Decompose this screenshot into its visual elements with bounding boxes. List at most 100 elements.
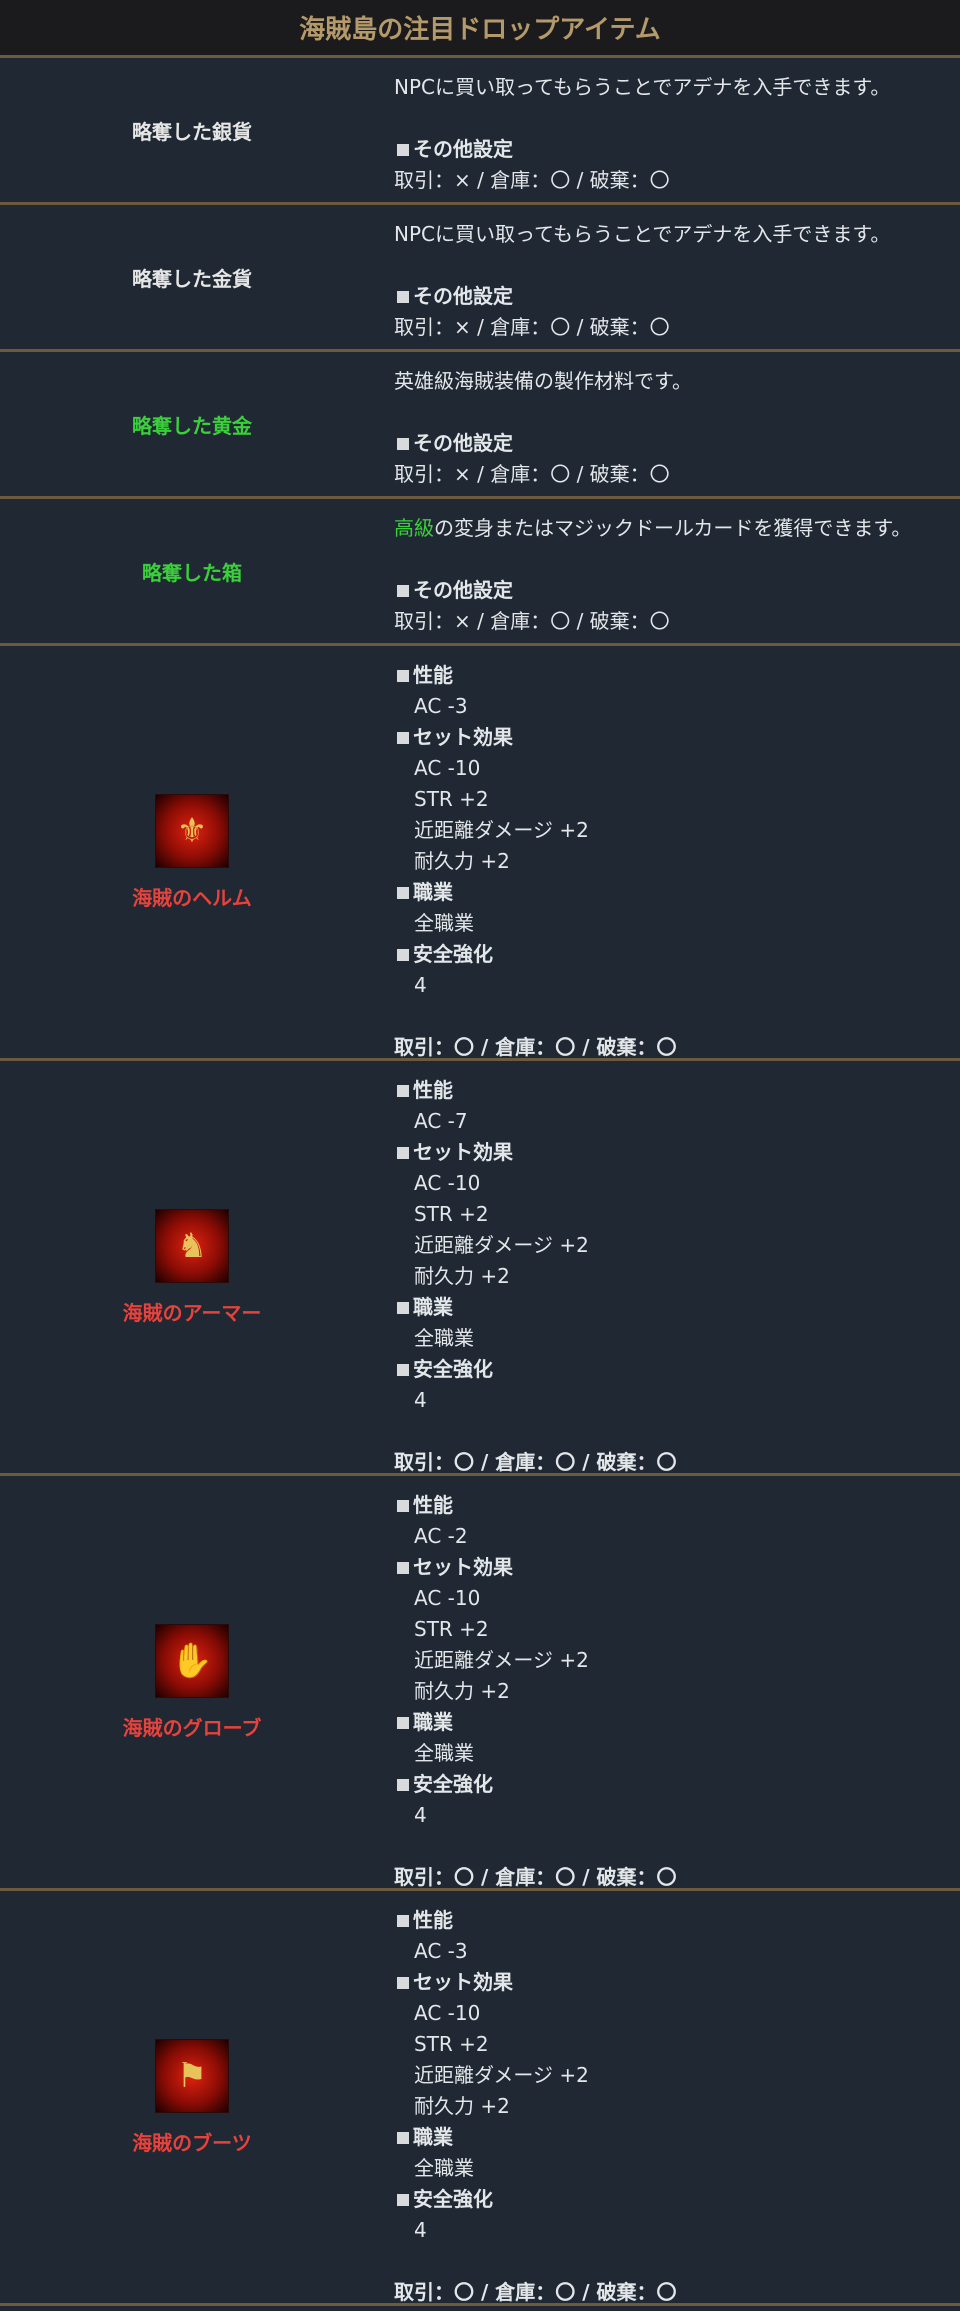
item-desc: NPCに買い取ってもらうことでアデナを入手できます。 (394, 75, 891, 99)
item-desc: NPCに買い取ってもらうことでアデナを入手できます。 (394, 222, 891, 246)
trade-info: 取引：× / 倉庫：〇 / 破棄：〇 (394, 315, 670, 339)
class-value: 全職業 (414, 2156, 474, 2180)
equip-row: ⚑ 海賊のブーツ 性能 AC -3 セット効果 AC -10 STR +2 近距… (0, 1891, 960, 2306)
set-effect-label: セット効果 (413, 1555, 513, 1579)
safe-enhance-label: 安全強化 (413, 1772, 493, 1796)
item-desc: 英雄級海賊装備の製作材料です。 (394, 369, 692, 393)
trade-info: 取引：× / 倉庫：〇 / 破棄：〇 (394, 462, 670, 486)
performance-label: 性能 (413, 1078, 453, 1102)
set-effect: 耐久力 +2 (414, 849, 510, 873)
item-name: 略奪した黄金 (132, 413, 252, 438)
set-effect: STR +2 (414, 2032, 489, 2056)
item-stats: 性能 AC -2 セット効果 AC -10 STR +2 近距離ダメージ +2 … (384, 1476, 960, 1889)
trade-info: 取引：〇 / 倉庫：〇 / 破棄：〇 (394, 2280, 677, 2304)
item-row: 略奪した銀貨 NPCに買い取ってもらうことでアデナを入手できます。 その他設定 … (0, 58, 960, 205)
trade-info: 取引：〇 / 倉庫：〇 / 破棄：〇 (394, 1035, 677, 1059)
square-bullet-icon (397, 290, 409, 303)
item-row: 略奪した黄金 英雄級海賊装備の製作材料です。 その他設定 取引：× / 倉庫：〇… (0, 352, 960, 499)
square-bullet-icon (397, 669, 409, 682)
square-bullet-icon (397, 1976, 409, 1989)
performance-label: 性能 (413, 1908, 453, 1932)
square-bullet-icon (397, 143, 409, 156)
pirate-boots-icon: ⚑ (155, 2038, 229, 2113)
set-effect: 近距離ダメージ +2 (414, 1233, 589, 1257)
square-bullet-icon (397, 1301, 409, 1314)
class-label: 職業 (413, 2125, 453, 2149)
equip-row: ⚜ 海賊のヘルム 性能 AC -3 セット効果 AC -10 STR +2 近距… (0, 646, 960, 1061)
set-effect: 近距離ダメージ +2 (414, 1648, 589, 1672)
safe-enhance-value: 4 (414, 2218, 427, 2242)
pirate-glove-icon: ✋ (155, 1623, 229, 1698)
equip-row: ✋ 海賊のグローブ 性能 AC -2 セット効果 AC -10 STR +2 近… (0, 1476, 960, 1891)
set-effect: 近距離ダメージ +2 (414, 2063, 589, 2087)
square-bullet-icon (397, 2131, 409, 2144)
safe-enhance-label: 安全強化 (413, 2187, 493, 2211)
set-effect: 耐久力 +2 (414, 1264, 510, 1288)
set-effect: 近距離ダメージ +2 (414, 818, 589, 842)
set-effect: 耐久力 +2 (414, 1679, 510, 1703)
item-description: 英雄級海賊装備の製作材料です。 その他設定 取引：× / 倉庫：〇 / 破棄：〇 (384, 352, 960, 496)
equip-row: ♞ 海賊のアーマー 性能 AC -7 セット効果 AC -10 STR +2 近… (0, 1061, 960, 1476)
square-bullet-icon (397, 437, 409, 450)
ac-value: AC -7 (414, 1109, 468, 1133)
square-bullet-icon (397, 886, 409, 899)
set-effect-label: セット効果 (413, 1970, 513, 1994)
item-stats: 性能 AC -7 セット効果 AC -10 STR +2 近距離ダメージ +2 … (384, 1061, 960, 1474)
square-bullet-icon (397, 731, 409, 744)
safe-enhance-label: 安全強化 (413, 1357, 493, 1381)
performance-label: 性能 (413, 1493, 453, 1517)
item-name: 海賊のアーマー (122, 1300, 262, 1325)
set-effect: AC -10 (414, 1586, 481, 1610)
ac-value: AC -3 (414, 1939, 468, 1963)
class-value: 全職業 (414, 1741, 474, 1765)
item-name: 略奪した箱 (142, 560, 242, 585)
performance-label: 性能 (413, 663, 453, 687)
other-settings-label: その他設定 (413, 284, 513, 308)
page-title: 海賊島の注目ドロップアイテム (0, 0, 960, 58)
set-effect: 耐久力 +2 (414, 2094, 510, 2118)
set-effect: STR +2 (414, 1617, 489, 1641)
safe-enhance-value: 4 (414, 973, 427, 997)
pirate-hat-icon: ⚜ (155, 793, 229, 868)
safe-enhance-value: 4 (414, 1803, 427, 1827)
item-description: NPCに買い取ってもらうことでアデナを入手できます。 その他設定 取引：× / … (384, 205, 960, 349)
safe-enhance-value: 4 (414, 1388, 427, 1412)
item-name: 略奪した金貨 (132, 266, 252, 291)
other-settings-label: その他設定 (413, 137, 513, 161)
ac-value: AC -3 (414, 694, 468, 718)
square-bullet-icon (397, 584, 409, 597)
square-bullet-icon (397, 1914, 409, 1927)
square-bullet-icon (397, 1363, 409, 1376)
trade-info: 取引：〇 / 倉庫：〇 / 破棄：〇 (394, 1450, 677, 1474)
square-bullet-icon (397, 1499, 409, 1512)
class-label: 職業 (413, 880, 453, 904)
set-effect: AC -10 (414, 2001, 481, 2025)
trade-info: 取引：× / 倉庫：〇 / 破棄：〇 (394, 609, 670, 633)
item-row: 略奪した金貨 NPCに買い取ってもらうことでアデナを入手できます。 その他設定 … (0, 205, 960, 352)
square-bullet-icon (397, 2193, 409, 2206)
item-stats: 性能 AC -3 セット効果 AC -10 STR +2 近距離ダメージ +2 … (384, 1891, 960, 2304)
item-row: 略奪した箱 高級の変身またはマジックドールカードを獲得できます。 その他設定 取… (0, 499, 960, 646)
square-bullet-icon (397, 1146, 409, 1159)
set-effect: AC -10 (414, 756, 481, 780)
safe-enhance-label: 安全強化 (413, 942, 493, 966)
item-desc: 高級の変身またはマジックドールカードを獲得できます。 (394, 516, 912, 540)
highlight-text: 高級 (394, 516, 434, 540)
item-description: NPCに買い取ってもらうことでアデナを入手できます。 その他設定 取引：× / … (384, 58, 960, 202)
square-bullet-icon (397, 1084, 409, 1097)
set-effect-label: セット効果 (413, 725, 513, 749)
item-name: 略奪した銀貨 (132, 119, 252, 144)
item-description: 高級の変身またはマジックドールカードを獲得できます。 その他設定 取引：× / … (384, 499, 960, 643)
item-name: 海賊のグローブ (122, 1715, 262, 1740)
trade-info: 取引：× / 倉庫：〇 / 破棄：〇 (394, 168, 670, 192)
item-name: 海賊のブーツ (132, 2130, 252, 2155)
class-label: 職業 (413, 1710, 453, 1734)
item-stats: 性能 AC -3 セット効果 AC -10 STR +2 近距離ダメージ +2 … (384, 646, 960, 1059)
other-settings-label: その他設定 (413, 431, 513, 455)
square-bullet-icon (397, 1778, 409, 1791)
item-name: 海賊のヘルム (132, 885, 252, 910)
set-effect: AC -10 (414, 1171, 481, 1195)
set-effect: STR +2 (414, 1202, 489, 1226)
pirate-armor-icon: ♞ (155, 1208, 229, 1283)
trade-info: 取引：〇 / 倉庫：〇 / 破棄：〇 (394, 1865, 677, 1889)
